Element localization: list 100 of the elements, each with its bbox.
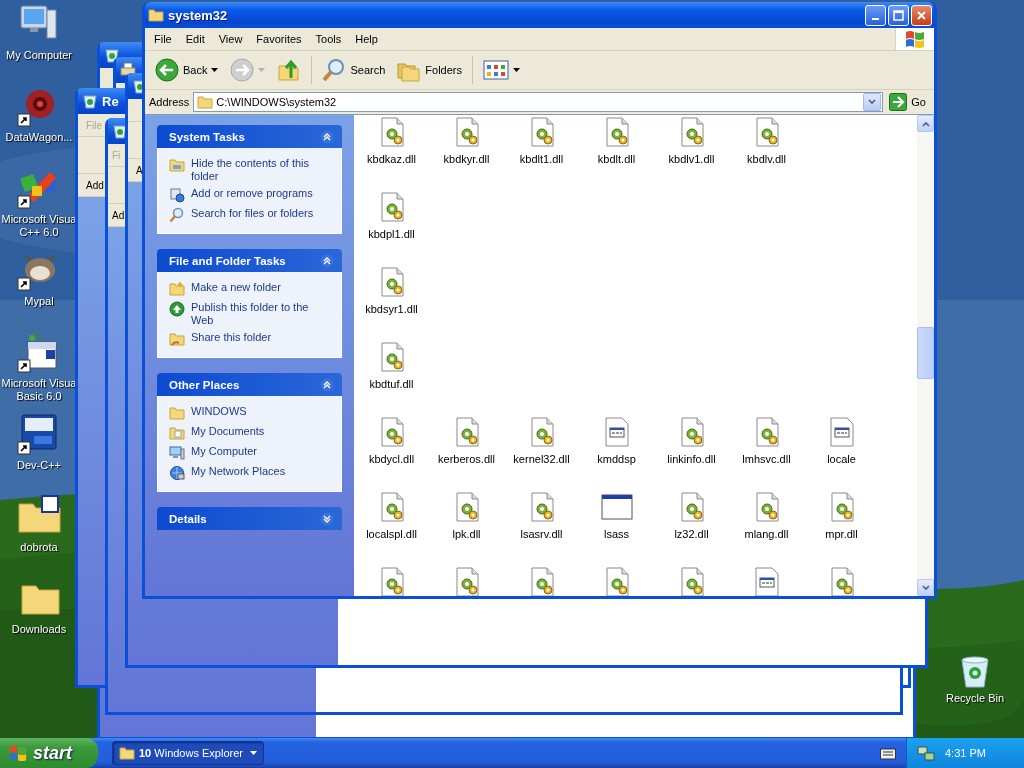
computer-icon [169, 445, 185, 461]
file-name[interactable]: kbdsyr1.dll [365, 303, 418, 315]
network-icon[interactable] [917, 745, 935, 761]
keyboard-icon[interactable] [880, 746, 896, 760]
address-label: Ad [112, 209, 125, 221]
task-link[interactable]: Search for files or folders [169, 207, 335, 223]
go-button[interactable]: Go [887, 93, 930, 111]
window-icon [600, 491, 633, 523]
menu-item[interactable]: View [211, 31, 250, 47]
section-header[interactable]: Other Places [157, 373, 342, 396]
section-title: File and Folder Tasks [169, 254, 286, 267]
printer-icon [120, 62, 136, 78]
folder-icon [169, 157, 185, 173]
start-button[interactable]: start [0, 738, 98, 768]
task-link[interactable]: Publish this folder to the Web [169, 301, 335, 327]
views-icon [483, 60, 509, 80]
maximize-icon [893, 9, 904, 21]
collapse-icon[interactable] [320, 253, 334, 268]
folder-icon [119, 745, 135, 761]
close-icon [916, 9, 927, 21]
file-name[interactable]: linkinfo.dll [667, 453, 716, 465]
file-name[interactable]: lpk.dll [452, 528, 481, 540]
file-name[interactable]: kbdlt.dll [597, 153, 636, 165]
folders-button[interactable]: Folders [393, 54, 466, 86]
scrollbar-thumb[interactable] [917, 327, 934, 379]
file-name[interactable]: kbdycl.dll [368, 453, 415, 465]
menu-item[interactable]: File [147, 31, 179, 47]
menu-item[interactable]: Tools [308, 31, 349, 47]
file-name[interactable]: kmddsp [597, 453, 636, 465]
file-name[interactable]: mlang.dll [744, 528, 789, 540]
go-arrow-icon [889, 93, 908, 111]
shared-folder-icon [169, 331, 185, 347]
globe-icon [169, 301, 185, 317]
desktop-icon-label[interactable]: Recycle Bin [945, 692, 1005, 705]
network-icon [169, 465, 185, 481]
desktop-icon-label[interactable]: Mypal [24, 295, 54, 308]
task-link[interactable]: My Documents [169, 425, 335, 441]
file-name[interactable]: locale [827, 453, 856, 465]
address-field[interactable]: C:\WINDOWS\system32 [193, 92, 884, 112]
file-name[interactable]: kerberos.dll [438, 453, 495, 465]
search-icon [322, 58, 347, 82]
file-name[interactable]: localspl.dll [366, 528, 417, 540]
expand-icon[interactable] [320, 511, 334, 526]
file-name[interactable]: lz32.dll [674, 528, 709, 540]
section-title: System Tasks [169, 130, 245, 143]
section-title: Details [169, 512, 207, 525]
window-title: Re [102, 93, 119, 109]
file-name[interactable]: kbdlv1.dll [668, 153, 715, 165]
desktop-icon-label[interactable]: Downloads [11, 623, 67, 636]
caret-icon [250, 751, 257, 755]
file-name[interactable]: kbdpl1.dll [368, 228, 415, 240]
section-header[interactable]: File and Folder Tasks [157, 249, 342, 272]
task-link[interactable]: Share this folder [169, 331, 335, 347]
file-name[interactable]: kbdkaz.dll [367, 153, 416, 165]
chevron-down-icon [868, 99, 877, 105]
task-link[interactable]: My Computer [169, 445, 335, 461]
taskbar-button[interactable]: 10 Windows Explorer [112, 741, 264, 765]
documents-folder-icon [169, 425, 185, 441]
address-label: Add [86, 179, 104, 191]
section-header[interactable]: System Tasks [157, 125, 342, 148]
back-button[interactable]: Back [151, 54, 223, 86]
desktop-icon-label[interactable]: DataWagon... [5, 131, 73, 144]
scroll-up-button[interactable] [917, 115, 934, 132]
menu-item[interactable]: Edit [178, 31, 212, 47]
menu-item[interactable]: Help [348, 31, 385, 47]
collapse-icon[interactable] [320, 129, 334, 144]
desktop-icon-label[interactable]: Dev-C++ [17, 459, 61, 472]
close-button[interactable] [911, 4, 932, 26]
minimize-icon [872, 18, 879, 20]
file-name[interactable]: kernel32.dll [513, 453, 570, 465]
maximize-button[interactable] [888, 4, 909, 26]
file-name[interactable]: kbdkyr.dll [443, 153, 490, 165]
search-button[interactable]: Search [318, 54, 390, 86]
file-name[interactable]: kbdtuf.dll [369, 378, 414, 390]
chevron-down-icon [921, 584, 930, 591]
window-title: system32 [168, 7, 229, 23]
task-link[interactable]: WINDOWS [169, 405, 335, 421]
new-folder-icon [169, 281, 185, 297]
file-name[interactable]: mpr.dll [825, 528, 858, 540]
bin-icon[interactable] [958, 655, 992, 689]
desktop-icon-label[interactable]: dobrota [20, 541, 58, 554]
dropdown-button[interactable] [863, 93, 882, 111]
file-name[interactable]: lsasrv.dll [520, 528, 563, 540]
task-link[interactable]: My Network Places [169, 465, 335, 481]
programs-icon [169, 187, 185, 203]
bin-icon [112, 123, 128, 139]
address-label: A [136, 164, 143, 176]
menu-item[interactable]: Favorites [249, 31, 309, 47]
minimize-button[interactable] [865, 4, 886, 26]
scroll-down-button[interactable] [917, 579, 934, 596]
task-link[interactable]: Add or remove programs [169, 187, 335, 203]
file-name[interactable]: kbdlt1.dll [519, 153, 564, 165]
task-link[interactable]: Hide the contents of this folder [169, 157, 335, 183]
section-header[interactable]: Details [157, 507, 342, 530]
collapse-icon[interactable] [320, 377, 334, 392]
desktop-icon-label[interactable]: My Computer [6, 49, 72, 62]
task-link[interactable]: Make a new folder [169, 281, 335, 297]
file-name[interactable]: lsass [603, 528, 630, 540]
file-name[interactable]: kbdlv.dll [747, 153, 786, 165]
file-name[interactable]: lmhsvc.dll [742, 453, 791, 465]
